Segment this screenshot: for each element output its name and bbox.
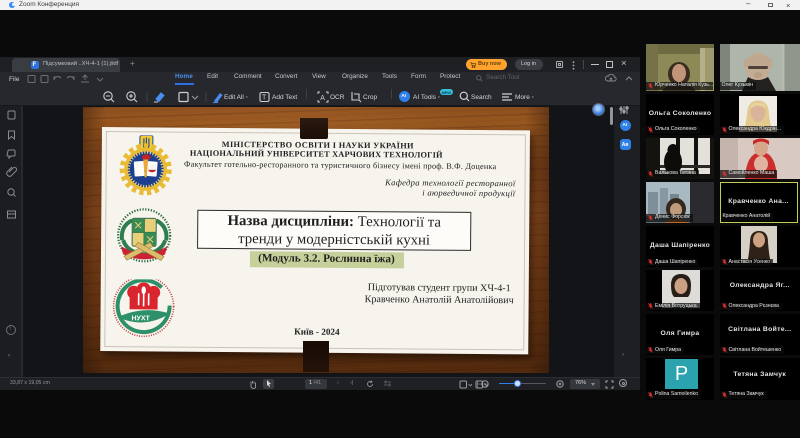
svg-text:НУХТ: НУХТ xyxy=(131,315,150,322)
svg-text:A: A xyxy=(320,94,325,101)
svg-text:T: T xyxy=(262,95,267,102)
